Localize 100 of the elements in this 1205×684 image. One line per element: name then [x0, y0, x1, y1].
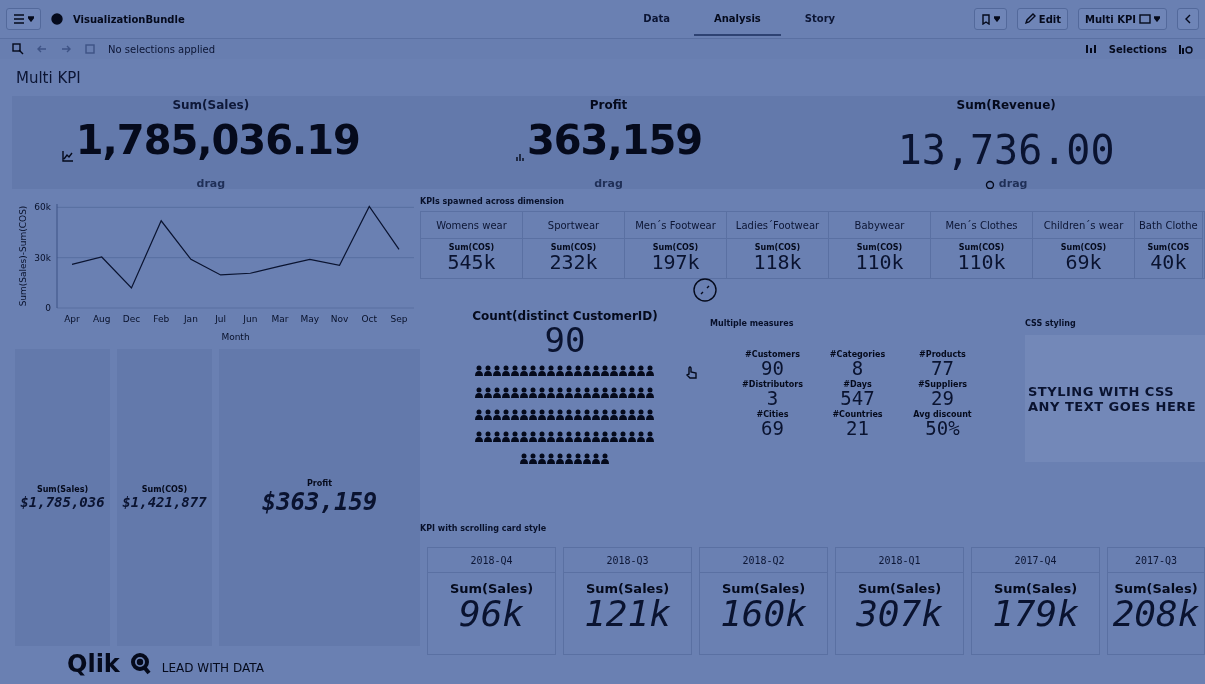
kpi-label: Sum(COS): [448, 243, 495, 252]
kpi-value: 1,785,036.19: [75, 118, 360, 162]
selection-status: No selections applied: [108, 43, 215, 55]
axis-tick-label: Jan: [183, 314, 198, 324]
kpi-label: Profit: [589, 98, 628, 112]
measure-value: 77: [931, 359, 954, 378]
measure-label: #Countries: [832, 410, 883, 419]
treemap-value: $363,159: [261, 488, 378, 516]
kpi-label: Sum(Revenue): [956, 98, 1056, 112]
kpi-value: 40k: [1150, 252, 1187, 272]
kpi-label: Sum(Sales): [1114, 581, 1198, 596]
measure-value: 69: [761, 419, 784, 438]
treemap-label: Sum(Sales): [36, 485, 89, 494]
caret-icon: [28, 16, 34, 22]
insights-icon[interactable]: [1179, 43, 1193, 55]
kpi-value: 110k: [855, 252, 904, 272]
kpi-value: 179k: [992, 596, 1079, 632]
dimension-header: Babywear: [829, 212, 930, 239]
kpi-label: Sum(COS): [856, 243, 903, 252]
measure-label: #Suppliers: [917, 380, 968, 389]
measure-value: 21: [846, 419, 869, 438]
measure-value: 90: [761, 359, 784, 378]
bookmark-button[interactable]: [973, 8, 1007, 30]
kpi-label: Sum(Sales): [585, 581, 670, 596]
styled-text-line: ANY TEXT GOES HERE: [1028, 398, 1198, 414]
measure-label: #Days: [843, 380, 872, 389]
kpi-footer-text: drag: [196, 178, 226, 189]
kpi-value: 232k: [549, 252, 598, 272]
kpi-value: 96k: [459, 596, 524, 632]
axis-title: Sum(Sales)-Sum(COS): [18, 205, 28, 307]
sheet-title: Multi KPI: [15, 67, 82, 89]
kpi-label: Count(distinct CustomerID): [472, 309, 658, 323]
selections-icon[interactable]: [1084, 43, 1097, 55]
treemap-value: $1,785,036: [20, 494, 105, 510]
measure-value: 547: [840, 389, 875, 408]
kpi-label: Sum(Sales): [172, 98, 250, 112]
kpi-footer-text: drag: [594, 178, 623, 189]
menu-button[interactable]: [6, 8, 41, 30]
axis-tick-label: Jul: [215, 314, 227, 324]
tagline: LEAD WITH DATA: [161, 660, 264, 675]
bookmark-icon: [980, 13, 991, 25]
measure-value: 3: [766, 389, 779, 408]
axis-tick-label: Aug: [92, 314, 111, 324]
card-period: 2018-Q4: [428, 548, 555, 573]
app-name: VisualizationBundle: [73, 13, 185, 25]
axis-tick-label: Oct: [361, 314, 378, 324]
axis-tick-label: 0: [45, 303, 51, 313]
bar-chart-icon: [514, 152, 525, 162]
expand-icon: [693, 278, 717, 302]
treemap-label: Profit: [306, 479, 333, 488]
kpi-value: 545k: [447, 252, 496, 272]
kpi-label: Sum(COS): [754, 243, 801, 252]
measure-value: 29: [931, 389, 954, 408]
nav-tab[interactable]: Story: [784, 2, 856, 36]
search-selection-icon[interactable]: [12, 43, 24, 55]
measure-label: #Customers: [745, 350, 800, 359]
menu-icon: [13, 14, 25, 24]
sheet-menu-button[interactable]: Multi KPI: [1078, 8, 1167, 30]
kpi-value: 307k: [856, 596, 943, 632]
kpi-value: 121k: [584, 596, 671, 632]
kpi-value: 69k: [1065, 252, 1102, 272]
measure-value: 50%: [925, 419, 960, 438]
pencil-icon: [1023, 13, 1036, 25]
sheet-icon: [1139, 14, 1151, 24]
kpi-value: 90: [544, 323, 586, 357]
measure-label: #Cities: [756, 410, 789, 419]
nav-tab[interactable]: Data: [623, 2, 690, 36]
kpi-label: Sum(Sales): [993, 581, 1078, 596]
hand-cursor-icon: [686, 366, 698, 380]
edit-button[interactable]: Edit: [1016, 8, 1068, 30]
kpi-label: Sum(Sales): [721, 581, 806, 596]
kpi-label: Sum(COS): [958, 243, 1005, 252]
dimension-header: Men´s Clothes: [931, 212, 1032, 239]
nav-tab[interactable]: Analysis: [693, 2, 781, 36]
logo-mark-icon: [129, 652, 152, 676]
caret-icon: [993, 16, 1000, 22]
dimension-header: Men´s Footwear: [625, 212, 726, 239]
kpi-value: 160k: [720, 596, 807, 632]
card-period: 2018-Q3: [564, 548, 691, 573]
axis-tick-label: 30k: [34, 252, 51, 263]
card-period: 2018-Q1: [836, 548, 963, 573]
chevron-left-icon: [1184, 14, 1192, 24]
measure-label: #Products: [919, 350, 966, 359]
axis-tick-label: Apr: [64, 314, 80, 324]
dimension-header: Bath Clothe: [1135, 212, 1202, 239]
styled-text-line: STYLING WITH CSS: [1028, 383, 1176, 399]
selections-button[interactable]: Selections: [1108, 43, 1167, 55]
measure-value: 8: [851, 359, 864, 378]
kpi-value: 197k: [651, 252, 700, 272]
kpi-value: 363,159: [526, 118, 703, 162]
back-button[interactable]: [1177, 8, 1199, 30]
axis-tick-label: May: [300, 314, 320, 324]
kpi-label: Sum(COS: [1147, 243, 1190, 252]
card-period: 2017-Q4: [972, 548, 1099, 573]
caret-icon: [1154, 16, 1160, 22]
treemap-value: $1,421,877: [122, 494, 207, 510]
kpi-value: 13,736.00: [897, 128, 1115, 172]
measure-label: #Distributors: [742, 380, 803, 389]
kpi-footer-text: drag: [998, 178, 1028, 189]
card-period: 2017-Q3: [1108, 548, 1204, 573]
